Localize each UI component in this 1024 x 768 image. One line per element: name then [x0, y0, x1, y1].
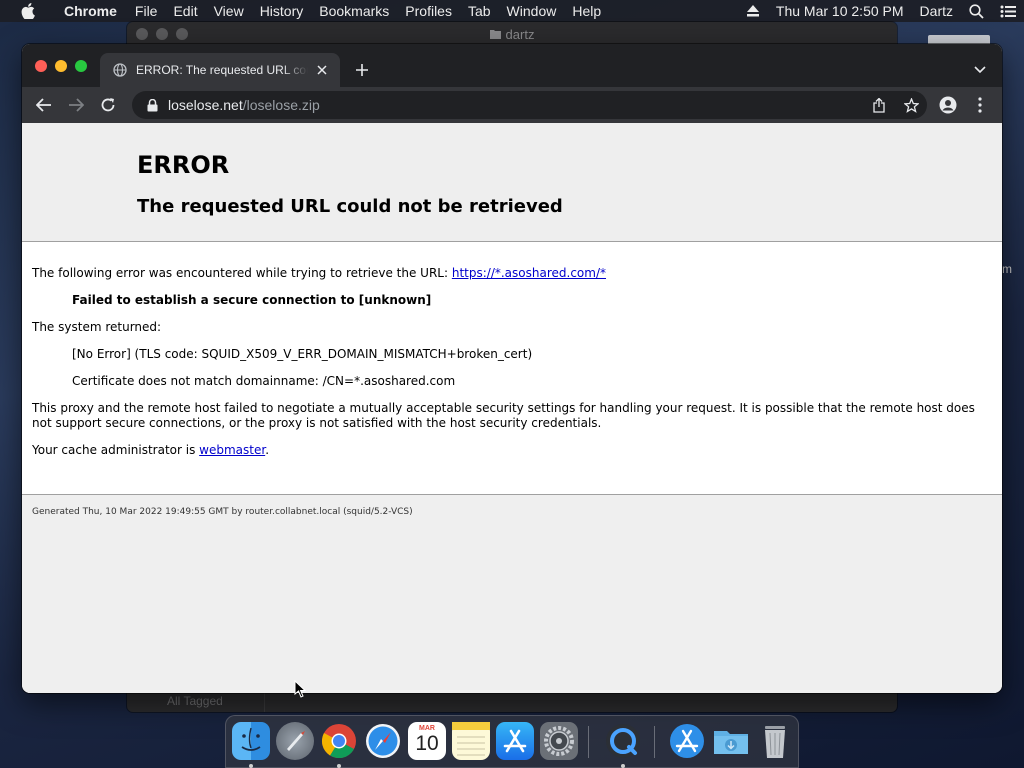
requested-url-link[interactable]: https://*.asoshared.com/*: [452, 266, 606, 280]
tab-title: ERROR: The requested URL could not be re…: [136, 63, 308, 77]
url-path: /loselose.zip: [242, 97, 320, 113]
error-header: ERROR The requested URL could not be ret…: [22, 123, 1002, 242]
error-body: The following error was encountered whil…: [22, 242, 1002, 495]
spotlight-search-icon[interactable]: [961, 3, 992, 19]
browser-toolbar: loselose.net/loselose.zip: [22, 87, 1002, 123]
menubar-clock[interactable]: Thu Mar 10 2:50 PM: [768, 0, 912, 22]
control-center-icon[interactable]: [992, 5, 1024, 18]
dock: MAR 10: [225, 715, 799, 768]
calendar-month-label: MAR: [419, 725, 435, 732]
profile-avatar-icon[interactable]: [936, 93, 960, 117]
admin-paragraph: Your cache administrator is webmaster.: [32, 443, 269, 458]
admin-prefix: Your cache administrator is: [32, 443, 200, 457]
menu-bookmarks[interactable]: Bookmarks: [311, 0, 397, 22]
notes-icon[interactable]: [452, 722, 490, 760]
background-window-traffic-lights: [136, 28, 188, 40]
forward-arrow-icon[interactable]: [64, 93, 88, 117]
tab-close-icon[interactable]: [314, 62, 330, 78]
calendar-day-label: 10: [415, 732, 439, 755]
page-title: ERROR: [137, 151, 230, 179]
more-menu-kebab-icon[interactable]: [968, 93, 992, 117]
inactive-minimize-button[interactable]: [156, 28, 168, 40]
zoom-window-button[interactable]: [75, 60, 87, 72]
menu-profiles[interactable]: Profiles: [397, 0, 460, 22]
downloads-folder-icon[interactable]: [712, 722, 750, 760]
page-content: ERROR The requested URL could not be ret…: [22, 123, 1002, 693]
calendar-icon[interactable]: MAR 10: [408, 722, 446, 760]
menu-app-name[interactable]: Chrome: [56, 0, 127, 22]
background-window-sidebar-item[interactable]: All Tagged: [127, 690, 265, 712]
intro-text: The following error was encountered whil…: [32, 266, 452, 280]
menubar-user[interactable]: Dartz: [912, 0, 961, 22]
menu-bar: Chrome File Edit View History Bookmarks …: [0, 0, 1024, 22]
minimize-window-button[interactable]: [55, 60, 67, 72]
tab-search-chevron-icon[interactable]: [972, 62, 988, 78]
certificate-message: Certificate does not match domainname: /…: [72, 374, 456, 388]
url-text[interactable]: loselose.net/loselose.zip: [168, 97, 320, 113]
mouse-cursor-icon: [294, 679, 307, 703]
inactive-zoom-button[interactable]: [176, 28, 188, 40]
error-detail: Failed to establish a secure connection …: [72, 293, 432, 307]
chrome-running-dot: [337, 764, 341, 768]
folder-icon: [489, 29, 501, 39]
address-bar[interactable]: loselose.net/loselose.zip: [132, 91, 927, 119]
dock-separator: [588, 726, 589, 758]
intro-paragraph: The following error was encountered whil…: [32, 266, 606, 281]
launchpad-icon[interactable]: [276, 722, 314, 760]
app-store-icon[interactable]: [496, 722, 534, 760]
quicktime-running-dot: [621, 764, 625, 768]
finder-running-dot: [249, 764, 253, 768]
dock-separator-2: [654, 726, 655, 758]
close-window-button[interactable]: [35, 60, 47, 72]
safari-icon[interactable]: [364, 722, 402, 760]
explanation-paragraph: This proxy and the remote host failed to…: [32, 401, 975, 430]
finder-icon[interactable]: [232, 722, 270, 760]
chrome-window: ERROR: The requested URL could not be re…: [22, 44, 1002, 693]
bookmark-star-icon[interactable]: [901, 95, 921, 115]
trash-icon[interactable]: [756, 722, 794, 760]
tls-code-text: [No Error] (TLS code: SQUID_X509_V_ERR_D…: [72, 347, 533, 361]
new-tab-plus-icon[interactable]: [352, 60, 372, 80]
menu-view[interactable]: View: [206, 0, 252, 22]
chrome-icon[interactable]: [320, 722, 358, 760]
url-host: loselose.net: [168, 97, 243, 113]
globe-favicon-icon: [112, 62, 128, 78]
apple-menu-icon[interactable]: [0, 3, 56, 19]
background-window-titlebar[interactable]: dartz: [127, 22, 897, 46]
tab-strip: ERROR: The requested URL could not be re…: [22, 44, 1002, 87]
eject-icon[interactable]: [738, 5, 768, 17]
applications-folder-icon[interactable]: [668, 722, 706, 760]
menu-help[interactable]: Help: [564, 0, 609, 22]
background-window-title: dartz: [505, 26, 535, 42]
system-returned-label: The system returned:: [32, 320, 162, 334]
back-arrow-icon[interactable]: [32, 93, 56, 117]
webmaster-link[interactable]: webmaster: [199, 443, 265, 457]
desktop-side-text: m: [1002, 262, 1012, 276]
generated-footer: Generated Thu, 10 Mar 2022 19:49:55 GMT …: [32, 507, 413, 517]
menu-tab[interactable]: Tab: [460, 0, 499, 22]
page-subtitle: The requested URL could not be retrieved: [137, 196, 563, 217]
lock-icon[interactable]: [144, 97, 160, 113]
tab-active[interactable]: ERROR: The requested URL could not be re…: [100, 53, 340, 87]
window-traffic-lights: [35, 60, 87, 72]
menu-edit[interactable]: Edit: [165, 0, 205, 22]
menu-history[interactable]: History: [252, 0, 312, 22]
reload-icon[interactable]: [96, 93, 120, 117]
share-icon[interactable]: [869, 95, 889, 115]
system-preferences-icon[interactable]: [540, 722, 578, 760]
inactive-close-button[interactable]: [136, 28, 148, 40]
menu-file[interactable]: File: [127, 0, 166, 22]
admin-suffix: .: [265, 443, 270, 457]
menu-window[interactable]: Window: [499, 0, 565, 22]
quicktime-icon[interactable]: [604, 722, 642, 760]
